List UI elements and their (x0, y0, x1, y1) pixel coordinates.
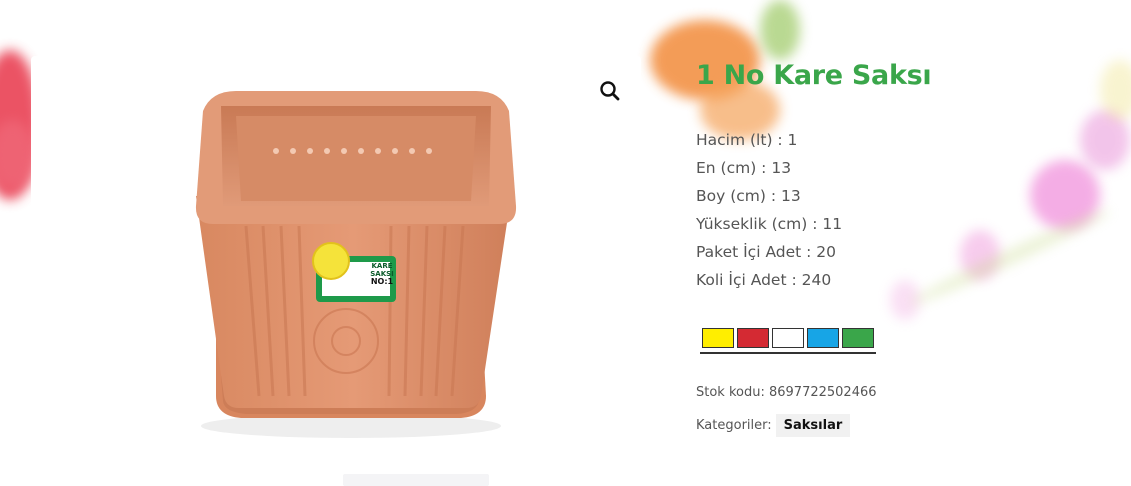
pot-label-number: NO:1 (370, 277, 394, 286)
spec-height: Yükseklik (cm) : 11 (696, 215, 843, 233)
product-gallery[interactable] (31, 56, 641, 456)
gallery-thumbnail[interactable] (343, 474, 489, 486)
swatch-red (737, 328, 769, 348)
categories-label: Kategoriler: (696, 418, 772, 433)
spec-box-qty: Koli İçi Adet : 240 (696, 271, 832, 289)
spec-length: Boy (cm) : 13 (696, 187, 801, 205)
product-image[interactable] (31, 56, 641, 456)
swatch-yellow (702, 328, 734, 348)
categories-line: Kategoriler: Saksılar (696, 414, 851, 437)
spec-volume: Hacim (lt) : 1 (696, 131, 798, 149)
spec-width: En (cm) : 13 (696, 159, 792, 177)
color-swatches (700, 328, 876, 354)
swatch-blue (807, 328, 839, 348)
pot-label-text: KARE SAKSI NO:1 (352, 262, 412, 286)
category-link-saksilar[interactable]: Saksılar (775, 414, 851, 437)
product-title: 1 No Kare Saksı (696, 60, 932, 91)
swatch-white (772, 328, 804, 348)
product-specs: Hacim (lt) : 1 En (cm) : 13 Boy (cm) : 1… (696, 126, 842, 294)
swatch-green (842, 328, 874, 348)
pot-label-line1: KARE (371, 262, 393, 270)
sku-line: Stok kodu: 8697722502466 (696, 385, 877, 400)
magnifier-icon[interactable] (597, 78, 625, 106)
spec-pack-qty: Paket İçi Adet : 20 (696, 243, 837, 261)
